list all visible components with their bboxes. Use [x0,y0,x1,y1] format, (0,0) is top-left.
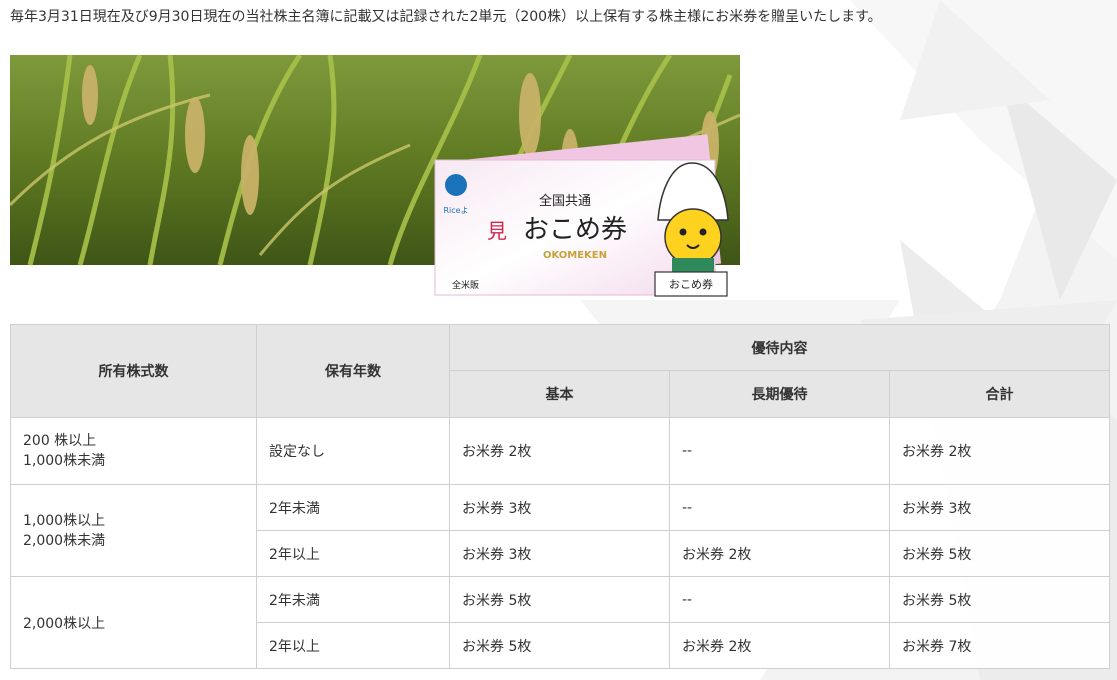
long-term-cell: -- [669,484,890,531]
table-row: 200 株以上 1,000株未満 設定なし お米券 2枚 -- お米券 2枚 [10,417,1110,485]
header-total: 合計 [889,370,1110,418]
total-cell: お米券 5枚 [889,530,1110,577]
total-cell: お米券 2枚 [889,417,1110,485]
shares-line: 1,000株未満 [23,453,106,469]
years-cell: 2年未満 [256,484,450,531]
basic-cell: お米券 5枚 [449,576,670,623]
basic-cell: お米券 2枚 [449,417,670,485]
basic-cell: お米券 3枚 [449,530,670,577]
header-basic: 基本 [449,370,670,418]
long-term-cell: -- [669,576,890,623]
ticket-sample-mark: 見 [487,219,507,243]
ticket-logo-text: Riceよ [443,206,468,215]
long-term-cell: お米券 2枚 [669,622,890,669]
hero-image: Riceよ 全国共通 見 おこめ券 OKOMEKEN 全米販 140 おこめ券 [10,55,740,300]
mascot-sign-text: おこめ券 [669,277,713,291]
years-cell: 2年以上 [256,530,450,577]
ticket-issuer: 全米販 [452,279,479,291]
total-cell: お米券 3枚 [889,484,1110,531]
shares-cell: 200 株以上 1,000株未満 [10,417,257,485]
shares-line: 2,000株未満 [23,532,106,549]
header-long-term: 長期優待 [669,370,890,418]
basic-cell: お米券 3枚 [449,484,670,531]
ticket-title-main: おこめ券 [523,215,627,245]
long-term-cell: お米券 2枚 [669,530,890,577]
shares-line: 200 株以上 [23,433,97,449]
total-cell: お米券 7枚 [889,622,1110,669]
years-cell: 設定なし [256,417,450,485]
total-cell: お米券 5枚 [889,576,1110,623]
header-years: 保有年数 [256,324,450,418]
table-row: 2,000株以上 2年未満 お米券 5枚 -- お米券 5枚 [10,576,1110,669]
table-row: 1,000株以上 2,000株未満 2年未満 お米券 3枚 -- お米券 3枚 [10,484,1110,577]
shareholder-benefits-table: 所有株式数 保有年数 優待内容 基本 長期優待 合計 200 株以上 1,000… [10,324,1110,669]
ticket-title-roman: OKOMEKEN [543,250,607,261]
years-cell: 2年以上 [256,622,450,669]
shares-cell: 2,000株以上 [10,576,257,669]
intro-text: 毎年3月31日現在及び9月30日現在の当社株主名簿に記載又は記録された2単元（2… [10,9,882,25]
riceyo-logo-icon [445,174,467,196]
shares-cell: 1,000株以上 2,000株未満 [10,484,257,577]
ticket-title-small: 全国共通 [539,193,591,209]
years-cell: 2年未満 [256,576,450,623]
header-shares: 所有株式数 [10,324,257,418]
header-benefit: 優待内容 [449,324,1110,371]
long-term-cell: -- [669,417,890,485]
basic-cell: お米券 5枚 [449,622,670,669]
shares-line: 1,000株以上 [23,512,106,529]
